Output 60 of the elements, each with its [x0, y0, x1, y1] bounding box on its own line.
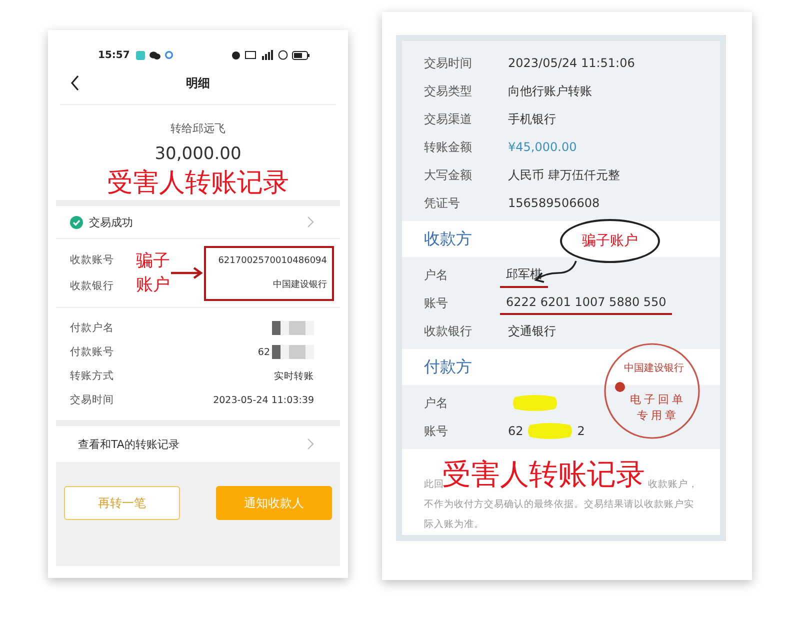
field-label: 账号	[424, 422, 449, 440]
status-text: 交易成功	[89, 214, 133, 230]
field-label: 户名	[424, 266, 449, 284]
field-value: 2023-05-24 11:03:39	[213, 394, 314, 406]
amount: 30,000.00	[154, 144, 242, 164]
field-label: 账号	[424, 294, 449, 312]
dot-icon	[164, 51, 173, 59]
field-label: 转账金额	[424, 138, 473, 156]
transfer-again-button[interactable]: 再转一笔	[64, 486, 180, 520]
field-value: 向他行账户转账	[508, 82, 592, 100]
bank-stamp: 中国建设银行 电子回单 专用章	[602, 341, 702, 441]
field-value: 中国建设银行	[273, 278, 327, 290]
field-label: 大写金额	[424, 166, 473, 184]
field-label: 交易类型	[424, 82, 473, 100]
field-value: 实时转账	[274, 370, 314, 382]
field-value: ¥45,000.00	[508, 140, 577, 154]
field-value: 62	[508, 424, 524, 438]
field-value: 6217002570010486094	[218, 256, 327, 266]
battery-icon	[292, 50, 310, 60]
chevron-icon[interactable]	[307, 216, 314, 228]
field-label: 交易时间	[70, 393, 114, 407]
field-label: 付款户名	[70, 321, 114, 335]
speech-bubble: 骗子账户	[560, 219, 660, 263]
field-label: 收款银行	[424, 322, 473, 340]
field-value: 人民币 肆万伍仟元整	[508, 166, 620, 184]
section-title: 收款方	[423, 228, 473, 250]
curved-arrow	[532, 259, 578, 285]
field-label: 转账方式	[70, 369, 114, 383]
check-icon	[70, 216, 83, 228]
history-link[interactable]: 查看和TA的转账记录	[78, 436, 180, 452]
page-title: 明细	[186, 74, 210, 92]
field-label: 交易时间	[424, 54, 473, 72]
field-label: 交易渠道	[424, 110, 473, 128]
field-value: 6222 6201 1007 5880 550	[506, 295, 666, 309]
field-label: 户名	[424, 394, 449, 412]
field-label: 收款账号	[70, 253, 115, 267]
footnote-text: 不作为收付方交易确认的最终依据。交易结果请以收款账户实际入账为准。	[424, 498, 695, 532]
annotation-headline: 受害人转账记录	[442, 456, 645, 493]
footnote-text: 此回	[424, 479, 444, 492]
field-value: 156589506608	[508, 196, 600, 210]
field-value: 2023/05/24 11:51:06	[508, 56, 635, 70]
section-title: 付款方	[423, 356, 473, 378]
chevron-icon[interactable]	[307, 438, 314, 450]
field-label: 付款账号	[70, 345, 114, 359]
footnote-text: 收款账户，	[648, 478, 698, 492]
field-value: 交通银行	[508, 322, 556, 340]
annotation-headline: 受害人转账记录	[107, 167, 289, 200]
field-value: 手机银行	[508, 110, 556, 128]
recipient-label: 转给邱远飞	[170, 121, 226, 136]
app-icon	[136, 50, 145, 60]
signal-icon	[260, 50, 274, 60]
field-value: 2	[577, 424, 585, 438]
chat-icon	[148, 50, 161, 60]
field-value: 62	[258, 346, 270, 358]
annotation-label: 骗子账户	[136, 250, 171, 297]
field-label: 收款银行	[70, 279, 115, 293]
status-time: 15:57	[98, 50, 130, 60]
notify-button[interactable]: 通知收款人	[216, 486, 332, 520]
field-label: 凭证号	[424, 194, 461, 212]
back-icon[interactable]	[70, 75, 80, 91]
